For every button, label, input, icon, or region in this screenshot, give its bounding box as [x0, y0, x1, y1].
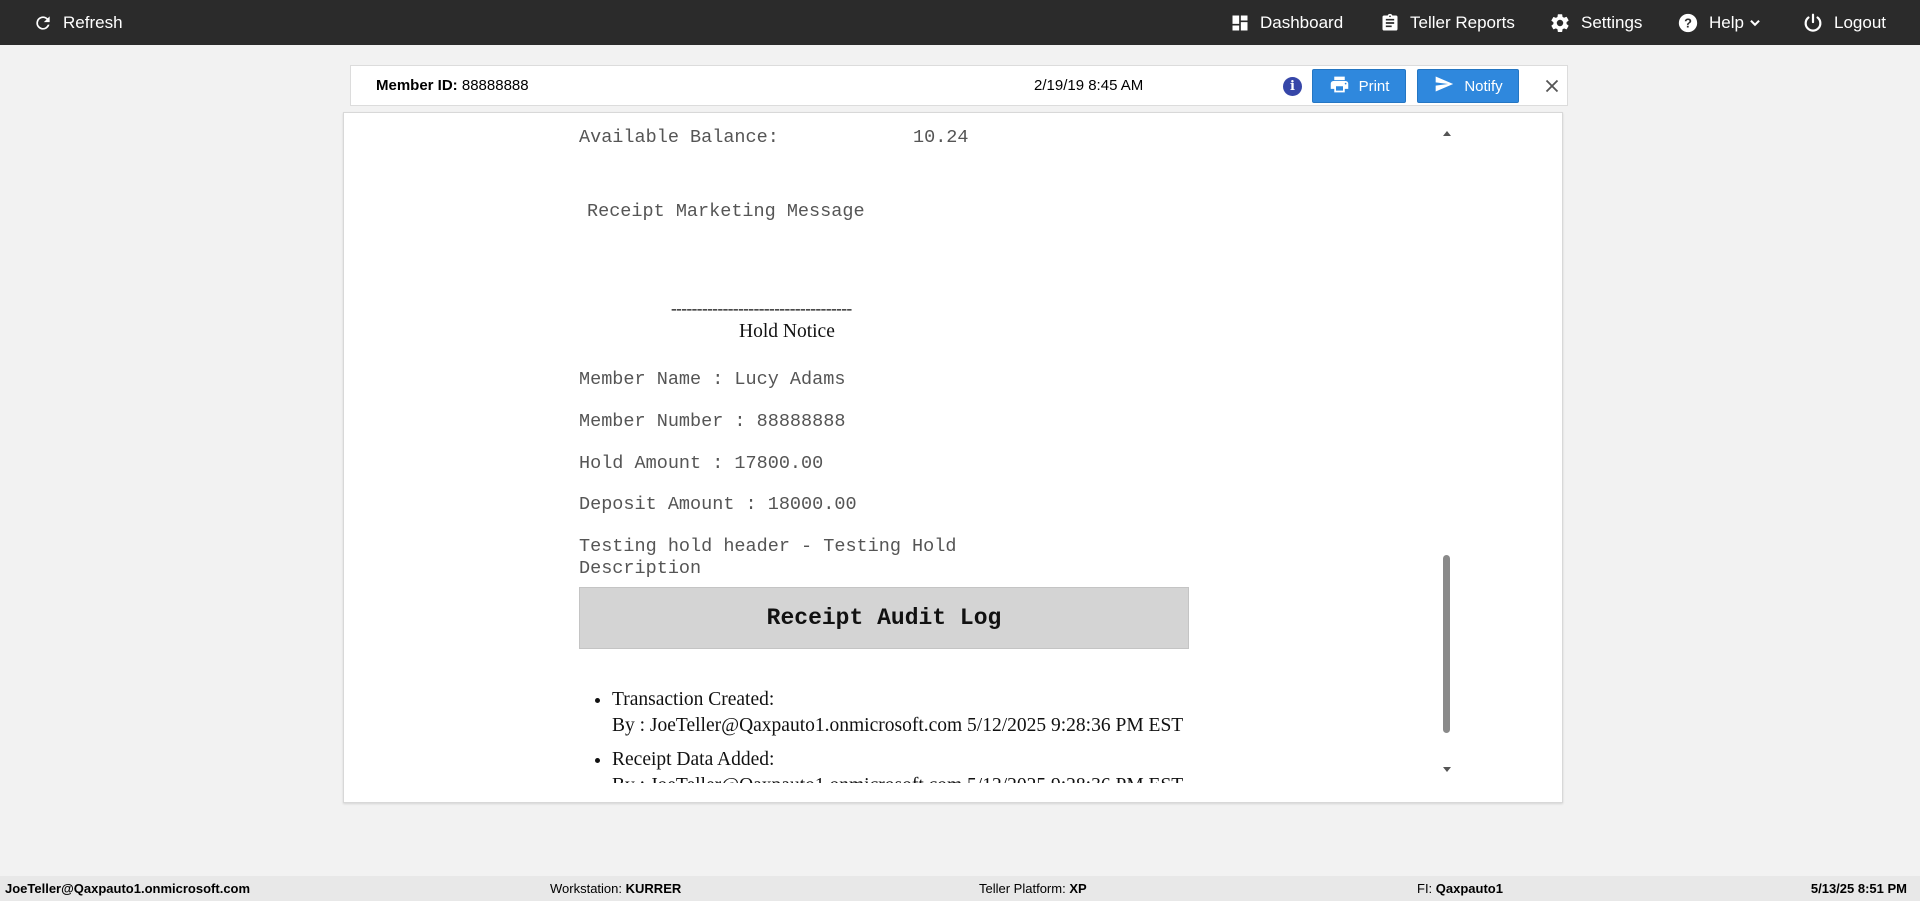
member-header: Member ID: 88888888 2/19/19 8:45 AM i Pr… — [350, 65, 1568, 106]
settings-label: Settings — [1581, 12, 1643, 32]
print-label: Print — [1358, 77, 1390, 95]
scrollbar-thumb[interactable] — [1443, 555, 1450, 733]
print-button[interactable]: Print — [1312, 69, 1406, 103]
hold-amount: Hold Amount : 17800.00 — [579, 453, 824, 474]
audit-detail: By : JoeTeller@Qaxpauto1.onmicrosoft.com… — [612, 773, 1183, 783]
scroll-down-arrow-icon[interactable] — [1443, 767, 1451, 772]
marketing-message: Receipt Marketing Message — [587, 201, 865, 222]
notify-label: Notify — [1464, 77, 1503, 95]
list-item: Receipt Data Added: By : JoeTeller@Qaxpa… — [612, 747, 1183, 783]
separator-line: ----------------------------------- — [671, 299, 852, 318]
status-fi-value: Qaxpauto1 — [1435, 881, 1503, 896]
teller-reports-label: Teller Reports — [1410, 12, 1515, 32]
printer-icon — [1329, 74, 1350, 99]
help-menu[interactable]: ? Help — [1677, 0, 1762, 45]
member-id-value: 88888888 — [461, 77, 529, 94]
status-user-value: JoeTeller@Qaxpauto1.onmicrosoft.com — [5, 881, 251, 896]
logout-button[interactable]: Logout — [1802, 0, 1886, 45]
close-icon[interactable] — [1541, 75, 1563, 97]
refresh-button[interactable]: Refresh — [33, 0, 123, 45]
status-workstation: Workstation: KURRER — [550, 881, 681, 896]
refresh-icon — [33, 13, 53, 33]
member-id: Member ID: 88888888 — [376, 77, 529, 94]
member-name: Member Name : Lucy Adams — [579, 369, 846, 390]
audit-log-list: Transaction Created: By : JoeTeller@Qaxp… — [584, 687, 1183, 783]
hold-description-line2: Description — [579, 558, 702, 579]
available-balance-label: Available Balance: — [579, 127, 779, 148]
status-datetime: 5/13/25 8:51 PM — [1811, 881, 1907, 896]
status-platform-value: XP — [1069, 881, 1087, 896]
power-icon — [1802, 12, 1824, 34]
svg-text:?: ? — [1684, 15, 1692, 30]
transaction-datetime: 2/19/19 8:45 AM — [1034, 77, 1144, 94]
audit-detail: By : JoeTeller@Qaxpauto1.onmicrosoft.com… — [612, 715, 1184, 736]
top-navigation-bar: Refresh Dashboard Teller Reports Setting… — [0, 0, 1920, 45]
scroll-up-arrow-icon[interactable] — [1443, 131, 1451, 136]
status-platform: Teller Platform: XP — [979, 881, 1087, 896]
receipt-scrollbar[interactable] — [1439, 131, 1455, 784]
hold-notice-title: Hold Notice — [739, 321, 835, 342]
clipboard-icon — [1380, 12, 1400, 34]
gear-icon — [1549, 12, 1571, 34]
teller-reports-button[interactable]: Teller Reports — [1380, 0, 1515, 45]
list-item: Transaction Created: By : JoeTeller@Qaxp… — [612, 687, 1183, 739]
status-bar: JoeTeller@Qaxpauto1.onmicrosoft.com Work… — [0, 876, 1920, 901]
available-balance-value: 10.24 — [913, 127, 969, 148]
refresh-label: Refresh — [63, 12, 123, 32]
settings-button[interactable]: Settings — [1549, 0, 1642, 45]
dashboard-label: Dashboard — [1260, 12, 1344, 32]
dashboard-icon — [1230, 13, 1250, 33]
info-icon[interactable]: i — [1283, 77, 1302, 96]
audit-event: Transaction Created: — [612, 689, 775, 710]
member-id-label: Member ID: — [376, 77, 458, 94]
logout-label: Logout — [1834, 12, 1886, 32]
member-number: Member Number : 88888888 — [579, 411, 846, 432]
receipt-content[interactable]: Available Balance: 10.24 Receipt Marketi… — [344, 113, 1444, 783]
status-platform-label: Teller Platform: — [979, 881, 1066, 896]
help-label: Help — [1709, 12, 1744, 32]
status-fi-label: FI: — [1417, 881, 1433, 896]
audit-event: Receipt Data Added: — [612, 749, 775, 770]
receipt-panel: Available Balance: 10.24 Receipt Marketi… — [343, 112, 1563, 803]
send-icon — [1433, 74, 1455, 98]
deposit-amount: Deposit Amount : 18000.00 — [579, 494, 857, 515]
status-user: JoeTeller@Qaxpauto1.onmicrosoft.com — [5, 881, 250, 896]
status-workstation-label: Workstation: — [550, 881, 623, 896]
status-workstation-value: KURRER — [625, 881, 682, 896]
dashboard-button[interactable]: Dashboard — [1230, 0, 1343, 45]
hold-description-line1: Testing hold header - Testing Hold — [579, 536, 957, 557]
chevron-down-icon — [1748, 16, 1762, 30]
help-circle-icon: ? — [1677, 12, 1699, 34]
status-fi: FI: Qaxpauto1 — [1417, 881, 1503, 896]
audit-log-title: Receipt Audit Log — [579, 587, 1189, 649]
status-datetime-value: 5/13/25 8:51 PM — [1810, 881, 1907, 896]
notify-button[interactable]: Notify — [1417, 69, 1519, 103]
